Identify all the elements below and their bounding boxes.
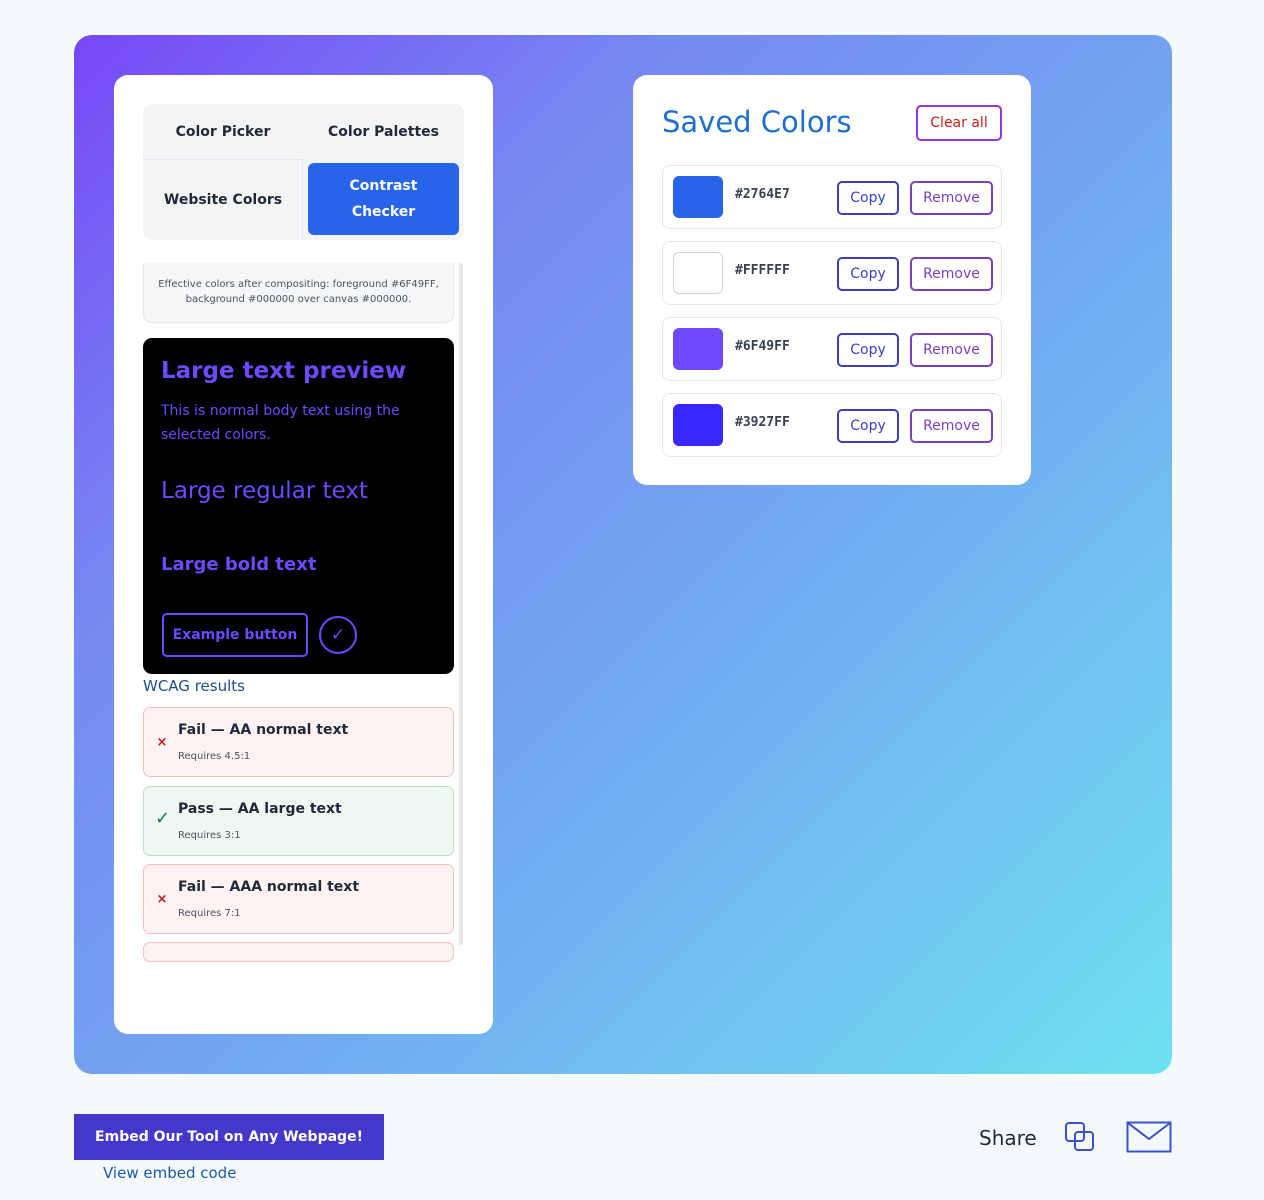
preview-body-text: This is normal body text using the selec…	[161, 403, 400, 443]
color-hex: #2764E7	[735, 187, 790, 202]
fail-icon: ×	[156, 735, 168, 750]
color-hex: #3927FF	[735, 415, 790, 430]
saved-color-row: #2764E7 Copy Remove	[662, 165, 1002, 229]
pass-icon: ✓	[155, 808, 171, 829]
fail-icon: ×	[156, 892, 168, 907]
preview-large-bold-text: Large bold text	[161, 554, 317, 575]
wcag-result-aa-large: ✓ Pass — AA large text Requires 3:1	[143, 786, 454, 856]
result-requirement: Requires 7:1	[178, 908, 241, 919]
tab-website-colors[interactable]: Website Colors	[143, 160, 303, 240]
view-embed-code-link[interactable]: View embed code	[103, 1164, 236, 1182]
tool-background: Color Picker Color Palettes Website Colo…	[74, 35, 1172, 1074]
color-swatch[interactable]	[673, 328, 723, 370]
check-icon: ✓	[319, 616, 357, 654]
example-button[interactable]: Example button	[162, 613, 308, 657]
saved-color-row: #6F49FF Copy Remove	[662, 317, 1002, 381]
color-hex: #FFFFFF	[735, 263, 790, 278]
saved-colors-title: Saved Colors	[662, 105, 852, 139]
result-title: Fail — AAA normal text	[178, 879, 360, 895]
compositing-note: Effective colors after compositing: fore…	[143, 263, 454, 323]
remove-button[interactable]: Remove	[910, 257, 993, 291]
result-requirement: Requires 4.5:1	[178, 751, 251, 762]
copy-button[interactable]: Copy	[837, 257, 899, 291]
tool-tabs: Color Picker Color Palettes Website Colo…	[143, 104, 464, 240]
saved-color-row: #3927FF Copy Remove	[662, 393, 1002, 457]
tab-color-palettes[interactable]: Color Palettes	[303, 104, 464, 160]
saved-color-row: #FFFFFF Copy Remove	[662, 241, 1002, 305]
color-swatch[interactable]	[673, 176, 723, 218]
preview-title: Large text preview	[161, 358, 407, 384]
copy-icon[interactable]	[1063, 1120, 1097, 1154]
clear-all-button[interactable]: Clear all	[916, 105, 1002, 141]
wcag-result-aa-normal: × Fail — AA normal text Requires 4.5:1	[143, 707, 454, 777]
result-requirement: Requires 3:1	[178, 830, 241, 841]
copy-button[interactable]: Copy	[837, 181, 899, 215]
color-hex: #6F49FF	[735, 339, 790, 354]
wcag-result-partial	[143, 942, 454, 962]
remove-button[interactable]: Remove	[910, 409, 993, 443]
saved-colors-card: Saved Colors Clear all #2764E7 Copy Remo…	[633, 75, 1031, 485]
copy-button[interactable]: Copy	[837, 333, 899, 367]
tab-color-picker[interactable]: Color Picker	[143, 104, 303, 160]
contrast-checker-card: Color Picker Color Palettes Website Colo…	[114, 75, 493, 1034]
embed-tool-button[interactable]: Embed Our Tool on Any Webpage!	[74, 1114, 384, 1160]
color-swatch[interactable]	[673, 404, 723, 446]
tab-contrast-checker[interactable]: Contrast Checker	[308, 163, 459, 235]
mail-icon[interactable]	[1126, 1121, 1172, 1153]
preview-large-regular-text: Large regular text	[161, 478, 368, 504]
result-title: Fail — AA normal text	[178, 722, 349, 738]
wcag-result-aaa-normal: × Fail — AAA normal text Requires 7:1	[143, 864, 454, 934]
remove-button[interactable]: Remove	[910, 333, 993, 367]
color-swatch[interactable]	[673, 252, 723, 294]
remove-button[interactable]: Remove	[910, 181, 993, 215]
contrast-preview: Large text preview This is normal body t…	[143, 338, 454, 674]
result-title: Pass — AA large text	[178, 801, 342, 817]
copy-button[interactable]: Copy	[837, 409, 899, 443]
panel-scrollbar[interactable]	[459, 263, 463, 945]
wcag-results-heading: WCAG results	[143, 677, 245, 695]
share-label: Share	[979, 1126, 1037, 1150]
